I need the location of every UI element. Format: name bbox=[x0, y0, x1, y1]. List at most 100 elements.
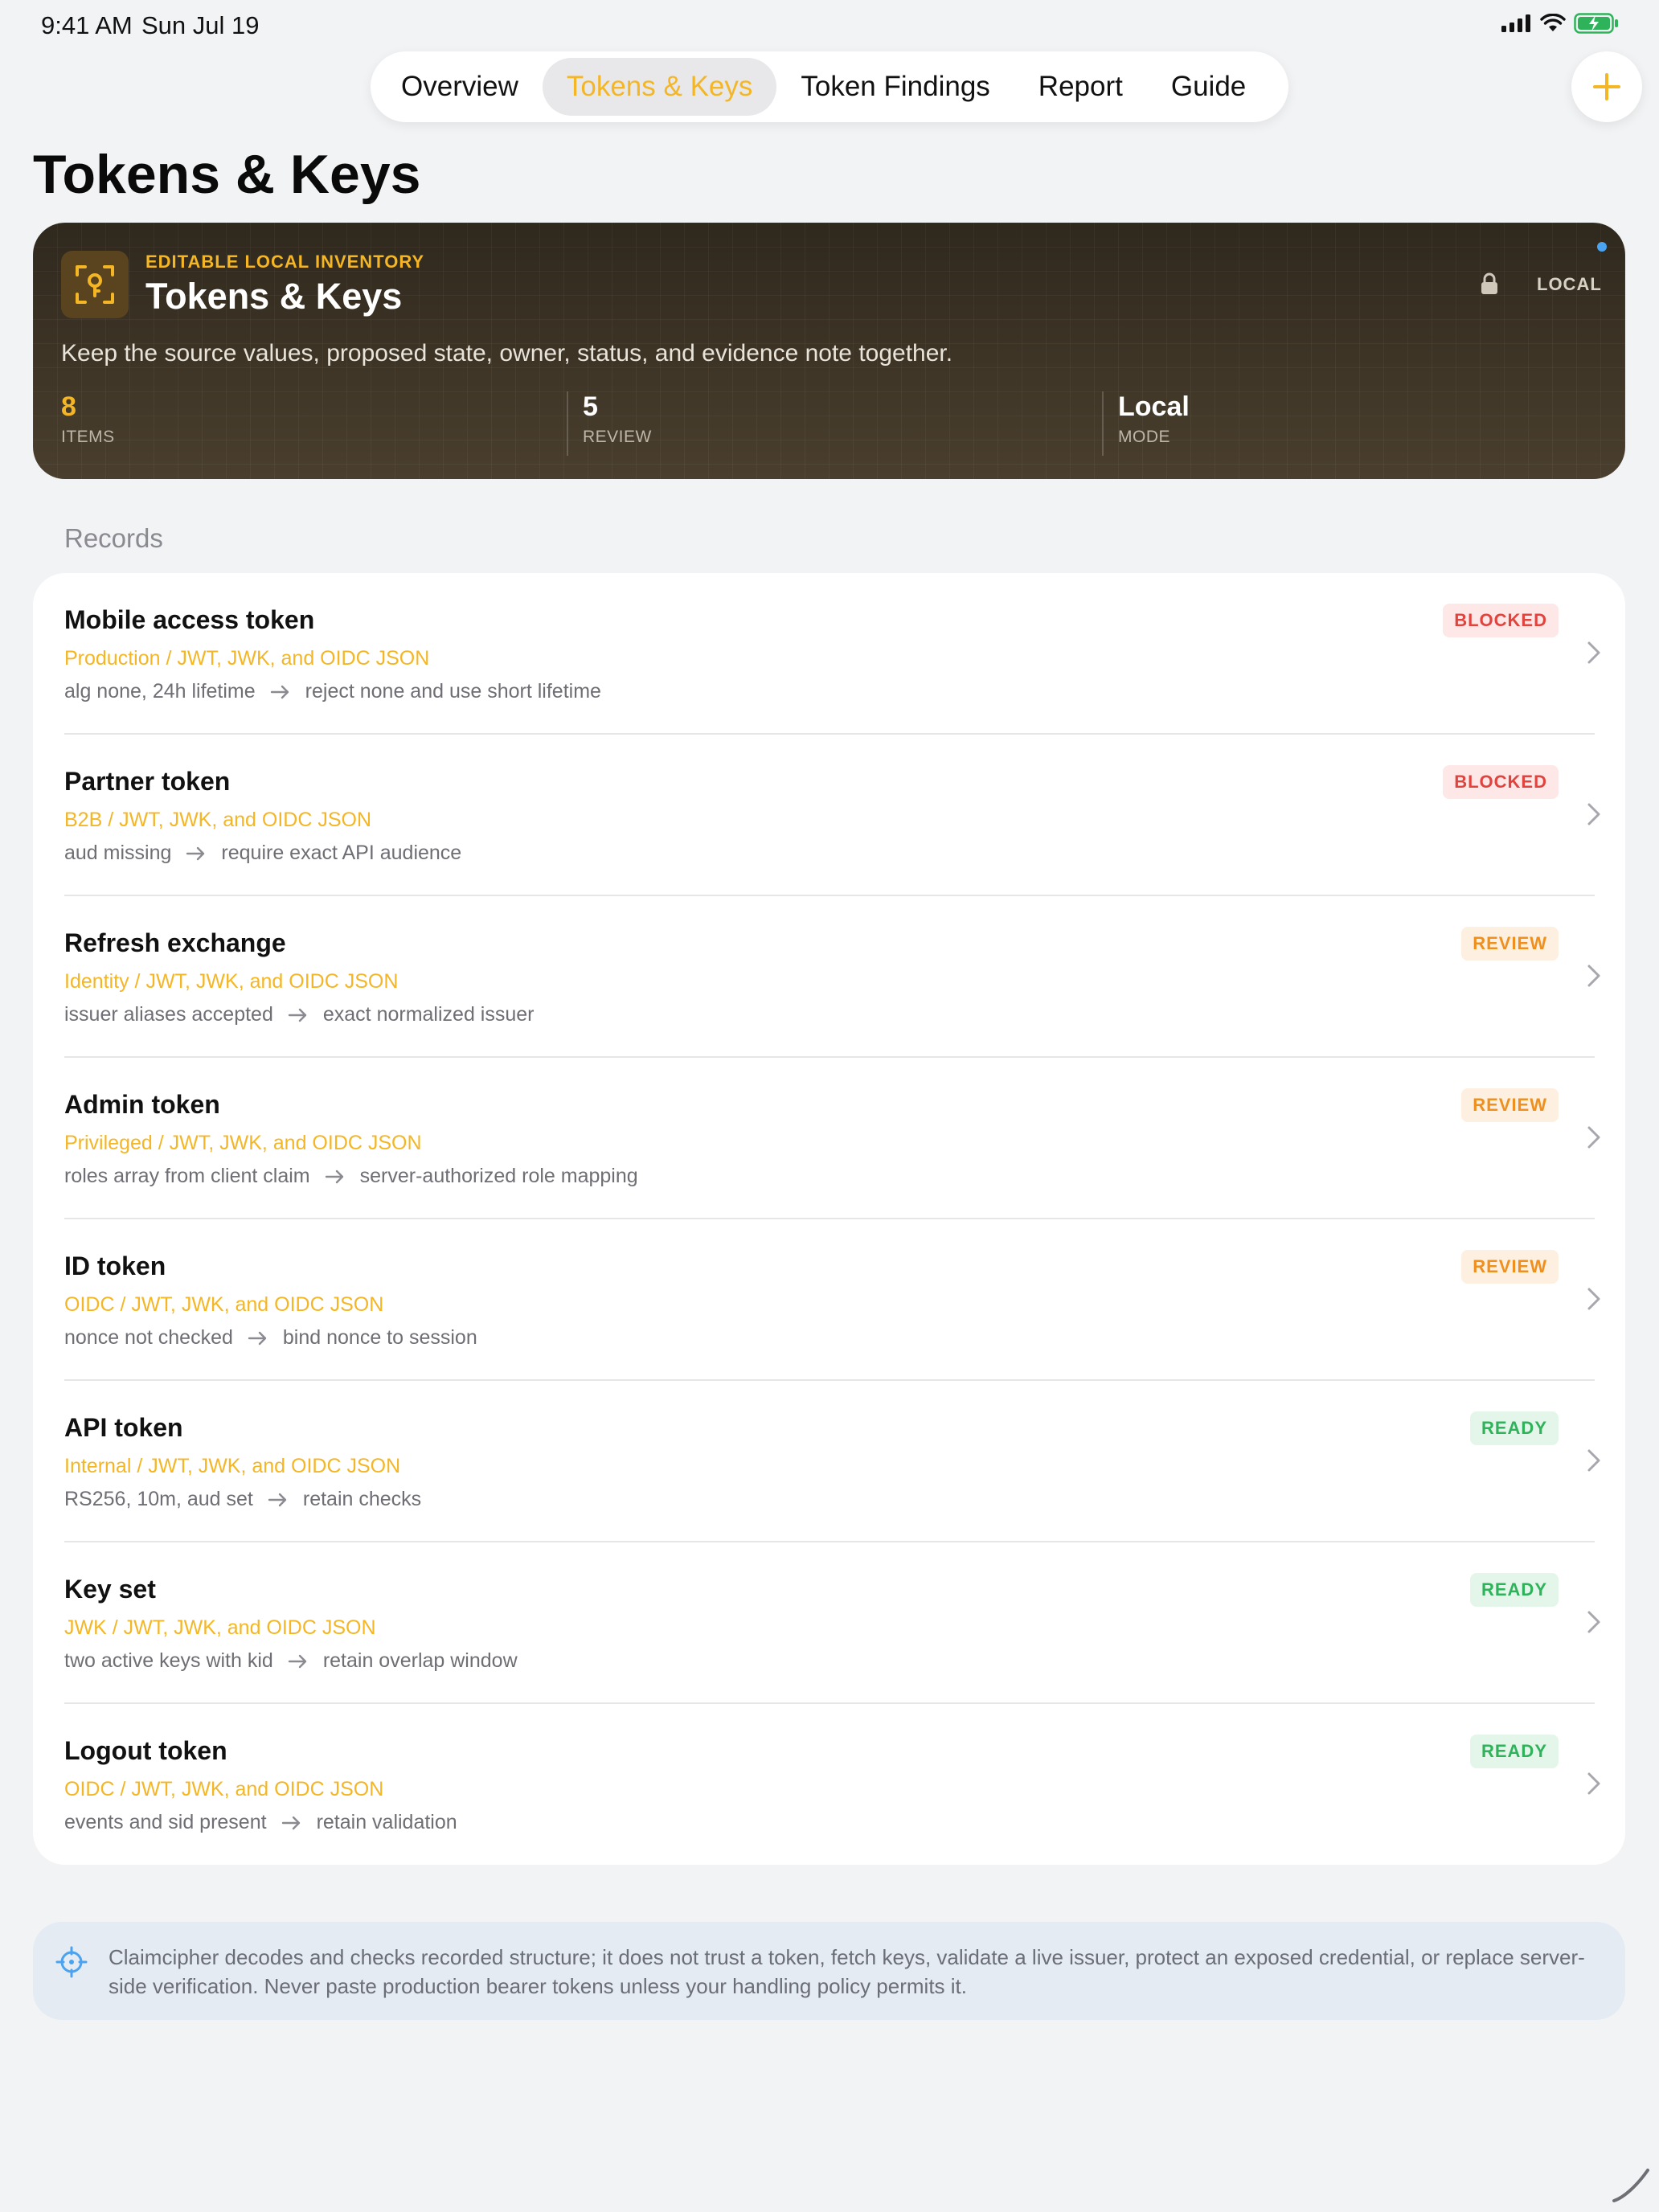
record-subtitle: JWK / JWT, JWK, and OIDC JSON bbox=[64, 1616, 376, 1639]
chevron-right-icon[interactable] bbox=[1585, 640, 1603, 666]
record-change: two active keys with kid retain overlap w… bbox=[64, 1649, 518, 1673]
stat-label: ITEMS bbox=[61, 428, 115, 446]
arrow-right-icon bbox=[270, 685, 291, 699]
cellular-signal-icon bbox=[1501, 14, 1530, 32]
key-inventory-icon bbox=[61, 251, 129, 318]
record-title: Key set bbox=[64, 1575, 156, 1604]
add-button[interactable] bbox=[1571, 51, 1642, 122]
record-change: alg none, 24h lifetime reject none and us… bbox=[64, 680, 601, 703]
pencil-hint-icon bbox=[1612, 2169, 1649, 2202]
inventory-summary-card: EDITABLE LOCAL INVENTORY Tokens & Keys L… bbox=[33, 223, 1625, 479]
record-title: Mobile access token bbox=[64, 605, 315, 634]
record-change: events and sid present retain validation bbox=[64, 1811, 457, 1834]
record-to-value: exact normalized issuer bbox=[322, 1003, 535, 1026]
record-to-value: retain checks bbox=[302, 1488, 422, 1510]
record-change: RS256, 10m, aud set retain checks bbox=[64, 1488, 421, 1511]
record-from-value: nonce not checked bbox=[64, 1326, 233, 1349]
record-subtitle: Identity / JWT, JWK, and OIDC JSON bbox=[64, 970, 399, 993]
record-change: nonce not checked bind nonce to session bbox=[64, 1326, 477, 1350]
arrow-right-icon bbox=[248, 1331, 268, 1346]
records-section-label: Records bbox=[64, 523, 163, 553]
record-subtitle: Production / JWT, JWK, and OIDC JSON bbox=[64, 647, 430, 670]
record-row[interactable]: ID token OIDC / JWT, JWK, and OIDC JSON no… bbox=[64, 1219, 1600, 1381]
record-to-value: retain validation bbox=[316, 1811, 457, 1833]
stat-label: REVIEW bbox=[583, 428, 652, 446]
status-badge: BLOCKED bbox=[1443, 765, 1559, 799]
record-row[interactable]: Partner token B2B / JWT, JWK, and OIDC JS… bbox=[64, 735, 1600, 896]
lock-icon bbox=[1481, 272, 1497, 294]
record-to-value: server-authorized role mapping bbox=[359, 1165, 638, 1187]
plus-icon bbox=[1593, 73, 1620, 100]
status-badge: REVIEW bbox=[1461, 1250, 1559, 1284]
battery-charging-icon bbox=[1574, 13, 1618, 34]
record-from-value: aud missing bbox=[64, 842, 172, 864]
record-row[interactable]: Refresh exchange Identity / JWT, JWK, and… bbox=[64, 896, 1600, 1058]
record-title: Admin token bbox=[64, 1090, 220, 1119]
record-title: Partner token bbox=[64, 767, 231, 796]
status-badge: BLOCKED bbox=[1443, 604, 1559, 637]
record-from-value: events and sid present bbox=[64, 1811, 267, 1833]
chevron-right-icon[interactable] bbox=[1585, 1609, 1603, 1635]
status-time: 9:41 AM bbox=[41, 11, 133, 39]
arrow-right-icon bbox=[268, 1493, 289, 1507]
record-to-value: reject none and use short lifetime bbox=[305, 680, 601, 703]
records-list: Mobile access token Production / JWT, JWK… bbox=[33, 573, 1625, 1865]
wifi-icon bbox=[1540, 14, 1566, 31]
arrow-right-icon bbox=[281, 1816, 302, 1830]
chevron-right-icon[interactable] bbox=[1585, 1286, 1603, 1312]
tab-bar: Overview Tokens & Keys Token Findings Re… bbox=[371, 51, 1288, 122]
stat-label: MODE bbox=[1118, 428, 1170, 446]
arrow-right-icon bbox=[288, 1008, 309, 1022]
mode-badge: LOCAL bbox=[1537, 274, 1602, 294]
record-from-value: two active keys with kid bbox=[64, 1649, 273, 1672]
record-to-value: retain overlap window bbox=[322, 1649, 518, 1672]
status-badge: READY bbox=[1469, 1573, 1559, 1607]
chevron-right-icon[interactable] bbox=[1585, 963, 1603, 989]
status-badge: REVIEW bbox=[1461, 1088, 1559, 1122]
record-title: Logout token bbox=[64, 1736, 227, 1765]
arrow-right-icon bbox=[186, 846, 207, 861]
record-title: ID token bbox=[64, 1251, 166, 1280]
arrow-right-icon bbox=[325, 1169, 346, 1184]
stat-value: 5 bbox=[583, 391, 598, 422]
record-row[interactable]: API token Internal / JWT, JWK, and OIDC J… bbox=[64, 1381, 1600, 1542]
record-subtitle: OIDC / JWT, JWK, and OIDC JSON bbox=[64, 1293, 384, 1316]
chevron-right-icon[interactable] bbox=[1585, 1124, 1603, 1150]
record-from-value: RS256, 10m, aud set bbox=[64, 1488, 253, 1510]
record-to-value: bind nonce to session bbox=[282, 1326, 477, 1349]
tab-report[interactable]: Report bbox=[1014, 58, 1147, 116]
tab-token-findings[interactable]: Token Findings bbox=[776, 58, 1014, 116]
record-subtitle: B2B / JWT, JWK, and OIDC JSON bbox=[64, 809, 372, 831]
stat-items: 8 ITEMS bbox=[61, 391, 115, 456]
record-from-value: issuer aliases accepted bbox=[64, 1003, 273, 1026]
record-title: Refresh exchange bbox=[64, 928, 286, 957]
status-icons bbox=[1501, 13, 1619, 34]
stat-mode: Local MODE bbox=[1102, 391, 1190, 456]
stat-value: 8 bbox=[61, 391, 76, 422]
status-badge: READY bbox=[1469, 1735, 1559, 1768]
record-row[interactable]: Logout token OIDC / JWT, JWK, and OIDC JS… bbox=[64, 1704, 1600, 1866]
tab-tokens-and-keys[interactable]: Tokens & Keys bbox=[542, 58, 777, 116]
disclaimer-note: Claimcipher decodes and checks recorded … bbox=[33, 1922, 1625, 2020]
tab-guide[interactable]: Guide bbox=[1147, 58, 1270, 116]
chevron-right-icon[interactable] bbox=[1585, 1771, 1603, 1796]
app-screen: 9:41 AM Sun Jul 19 Overview Tokens & Key… bbox=[0, 0, 1659, 2212]
chevron-right-icon[interactable] bbox=[1585, 1448, 1603, 1473]
stat-review: 5 REVIEW bbox=[567, 391, 652, 456]
record-row[interactable]: Mobile access token Production / JWT, JWK… bbox=[64, 573, 1600, 735]
record-subtitle: Privileged / JWT, JWK, and OIDC JSON bbox=[64, 1132, 422, 1154]
record-row[interactable]: Key set JWK / JWT, JWK, and OIDC JSON two … bbox=[64, 1542, 1600, 1704]
indicator-dot bbox=[1597, 242, 1607, 252]
record-change: roles array from client claim server-auth… bbox=[64, 1165, 638, 1188]
chevron-right-icon[interactable] bbox=[1585, 801, 1603, 827]
stat-value: Local bbox=[1118, 391, 1190, 422]
record-subtitle: Internal / JWT, JWK, and OIDC JSON bbox=[64, 1455, 401, 1477]
record-subtitle: OIDC / JWT, JWK, and OIDC JSON bbox=[64, 1778, 384, 1800]
tab-overview[interactable]: Overview bbox=[377, 58, 543, 116]
hero-title: Tokens & Keys bbox=[145, 276, 403, 317]
record-row[interactable]: Admin token Privileged / JWT, JWK, and OI… bbox=[64, 1058, 1600, 1219]
hero-description: Keep the source values, proposed state, … bbox=[61, 340, 953, 367]
record-change: aud missing require exact API audience bbox=[64, 842, 461, 865]
status-date: Sun Jul 19 bbox=[141, 11, 260, 39]
disclaimer-text: Claimcipher decodes and checks recorded … bbox=[109, 1945, 1585, 1998]
